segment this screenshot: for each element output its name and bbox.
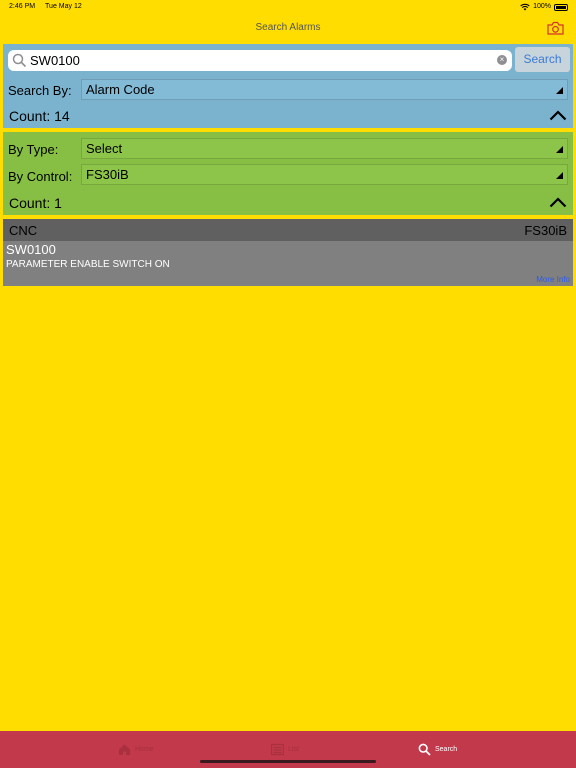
- search-by-value: Alarm Code: [86, 82, 155, 97]
- wifi-icon: [520, 3, 530, 11]
- filter-count: Count: 1: [9, 195, 62, 211]
- tab-home-label: Home: [135, 745, 154, 753]
- status-time: 2:46 PM: [9, 3, 36, 10]
- result-description: PARAMETER ENABLE SWITCH ON: [6, 259, 170, 270]
- page-title: Search Alarms: [255, 22, 321, 33]
- dropdown-arrow-icon: [556, 172, 563, 179]
- status-date: Tue May 12: [45, 3, 82, 10]
- tab-list[interactable]: List: [271, 739, 299, 759]
- home-icon: [119, 744, 130, 755]
- tab-search[interactable]: Search: [418, 739, 457, 759]
- search-field[interactable]: ×: [8, 50, 512, 71]
- tab-home[interactable]: Home: [118, 739, 154, 759]
- tab-list-label: List: [288, 745, 299, 753]
- camera-icon[interactable]: [547, 21, 564, 35]
- result-control: FS30iB: [524, 223, 567, 238]
- status-bar: 2:46 PM Tue May 12 100%: [0, 0, 576, 14]
- search-by-select[interactable]: Alarm Code: [81, 79, 568, 100]
- list-icon: [271, 743, 284, 755]
- control-filter-label: By Control:: [8, 169, 73, 184]
- control-filter-select[interactable]: FS30iB: [81, 164, 568, 185]
- search-panel: × Search Search By: Alarm Code Count: 14: [3, 44, 573, 128]
- chevron-up-icon[interactable]: [549, 110, 567, 121]
- battery-percent: 100%: [533, 3, 551, 10]
- result-code: SW0100: [6, 242, 56, 257]
- alarm-result-card[interactable]: CNC FS30iB SW0100 PARAMETER ENABLE SWITC…: [3, 219, 573, 286]
- dropdown-arrow-icon: [556, 87, 563, 94]
- type-filter-label: By Type:: [8, 142, 59, 157]
- search-icon: [12, 53, 27, 68]
- clear-icon[interactable]: ×: [497, 55, 507, 65]
- type-filter-select[interactable]: Select: [81, 138, 568, 159]
- search-count: Count: 14: [9, 108, 70, 124]
- search-icon: [418, 743, 431, 756]
- type-filter-value: Select: [86, 141, 123, 156]
- search-by-label: Search By:: [8, 83, 72, 98]
- result-type: CNC: [9, 223, 38, 238]
- more-info-link[interactable]: More Info: [536, 275, 570, 284]
- navigation-bar: Search Alarms: [0, 14, 576, 42]
- chevron-up-icon[interactable]: [549, 197, 567, 208]
- result-header: CNC FS30iB: [3, 219, 573, 241]
- control-filter-value: FS30iB: [86, 167, 129, 182]
- home-indicator: [200, 760, 376, 763]
- tab-search-label: Search: [435, 745, 458, 753]
- search-input[interactable]: [30, 50, 490, 71]
- search-button[interactable]: Search: [515, 47, 570, 72]
- filter-panel: By Type: Select By Control: FS30iB Count…: [3, 132, 573, 215]
- battery-icon: [554, 3, 568, 11]
- dropdown-arrow-icon: [556, 146, 563, 153]
